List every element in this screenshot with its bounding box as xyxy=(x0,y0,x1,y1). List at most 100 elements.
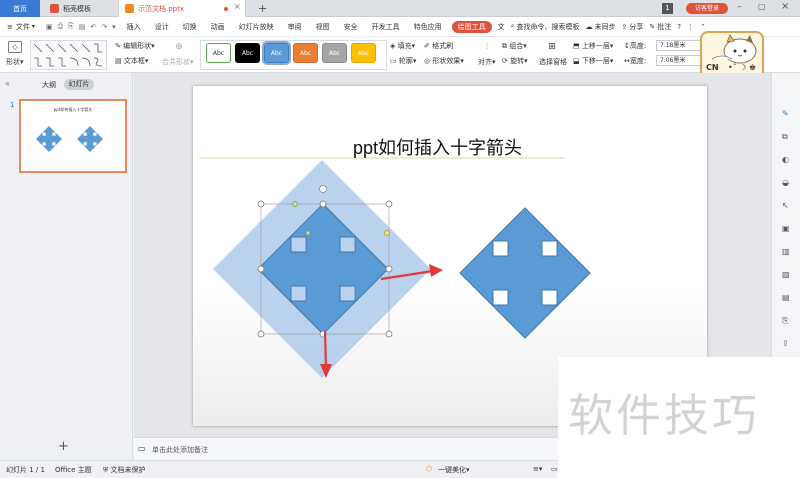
format-brush-button[interactable]: ✐ 格式刷 xyxy=(424,41,453,51)
shape-icon[interactable]: ◇ xyxy=(8,41,22,53)
print-preview-icon[interactable]: ▤ xyxy=(79,23,86,31)
selection-pane-icon[interactable]: ⊞ xyxy=(546,41,558,53)
height-label: ↕高度: xyxy=(624,42,647,50)
save-icon[interactable]: ▣ xyxy=(46,23,53,31)
tab-home[interactable]: 首页 xyxy=(0,0,40,17)
menu-insert[interactable]: 插入 xyxy=(120,17,148,37)
outline-tab[interactable]: 大纲 xyxy=(42,80,56,90)
menu-text-tools[interactable]: 文 xyxy=(495,17,508,37)
notes-toggle-icon[interactable]: ≡▾ xyxy=(533,465,542,473)
shape-gallery[interactable] xyxy=(30,40,107,70)
menu-animation[interactable]: 动画 xyxy=(204,17,232,37)
width-input[interactable]: 7.06厘米 xyxy=(656,55,706,66)
sticker-emoji-icon: •ˆ ☽ ♚ xyxy=(728,63,757,72)
cross-arrow[interactable] xyxy=(459,207,591,339)
shape-effect-button[interactable]: ◎ 形状效果▾ xyxy=(424,56,464,66)
shape-style-3[interactable]: Abc xyxy=(262,41,291,65)
help-button[interactable]: ? xyxy=(674,17,684,37)
rotate-button[interactable]: ⟳ 旋转▾ xyxy=(502,56,528,66)
height-input[interactable]: 7.18厘米 xyxy=(656,40,706,51)
bring-forward-button[interactable]: ⬒ 上移一层▾ xyxy=(573,41,613,51)
shape-style-5[interactable]: Abc xyxy=(322,43,347,63)
edit-shape-button[interactable]: ✎ 编辑形状▾ xyxy=(115,41,155,51)
title-tab-bar: 首页 稻壳模板 示范文档.pptx × + 1 访客登录 – ▢ × xyxy=(0,0,800,17)
sticker-text: CN xyxy=(706,63,719,72)
menu-file[interactable]: ≡ 文件 ▾ xyxy=(0,17,42,37)
selection-pane-label[interactable]: 选择窗格 xyxy=(539,57,567,67)
animation-icon[interactable]: ◒ xyxy=(782,178,789,187)
edit-shape-icon: ✎ xyxy=(115,42,121,50)
tab-document[interactable]: 示范文档.pptx × xyxy=(118,0,246,17)
textbox-icon: ▤ xyxy=(115,57,122,65)
align-label[interactable]: 对齐▾ xyxy=(478,57,496,67)
drawing-tools-ribbon: ◇ 形状▾ ✎ 编辑形状▾ ▤ 文本框▾ ⊕ 合并形状▾ ◈ 填充▾ ✐ 格式刷… xyxy=(0,31,800,79)
shape-style-6[interactable]: Abc xyxy=(351,43,376,63)
design-icon[interactable]: ✎ xyxy=(782,109,789,118)
send-backward-button[interactable]: ⬓ 下移一层▾ xyxy=(573,56,613,66)
redo-icon[interactable]: ↷ xyxy=(101,23,107,31)
collapse-panel-icon[interactable]: « xyxy=(5,79,10,88)
layout-icon[interactable]: ▤ xyxy=(782,293,790,302)
share-panel-icon[interactable]: ⇪ xyxy=(782,339,789,348)
login-button[interactable]: 访客登录 xyxy=(686,3,728,14)
menu-special[interactable]: 特色应用 xyxy=(407,17,449,37)
menu-view[interactable]: 视图 xyxy=(309,17,337,37)
arrow-pointer-icon[interactable]: ↖ xyxy=(782,201,789,210)
search-icon: ⌕ xyxy=(510,22,515,30)
add-slide-button[interactable]: + xyxy=(58,439,69,454)
backup-icon[interactable]: ⎘ xyxy=(782,316,788,326)
new-tab-button[interactable]: + xyxy=(252,0,273,17)
format-icon[interactable]: ◐ xyxy=(782,155,789,164)
slide-thumbnail[interactable]: ppt如何插入十字箭头 xyxy=(19,99,127,173)
normal-view-icon[interactable]: ▭ xyxy=(551,465,558,473)
tab-close-icon[interactable]: × xyxy=(234,2,241,11)
tab-template[interactable]: 稻壳模板 xyxy=(44,0,116,17)
menu-slideshow[interactable]: 幻灯片放映 xyxy=(232,17,281,37)
menu-review[interactable]: 审阅 xyxy=(281,17,309,37)
slides-tab[interactable]: 幻灯片 xyxy=(64,79,94,90)
shape-effect-icon: ◎ xyxy=(424,57,431,65)
thumb-arrows-icon xyxy=(36,126,103,152)
search-command[interactable]: ⌕ 查找命令、搜索模板 xyxy=(508,17,583,37)
slide-panel: « 大纲 幻灯片 1 ppt如何插入十字箭头 + xyxy=(0,73,133,460)
menu-design[interactable]: 设计 xyxy=(148,17,176,37)
align-icon[interactable]: ⫶ xyxy=(481,41,493,53)
close-window-icon[interactable]: × xyxy=(781,1,789,12)
outline-button[interactable]: ▭ 轮廓▾ xyxy=(390,56,416,66)
undo-icon[interactable]: ↶ xyxy=(90,23,96,31)
beautify-button[interactable]: 一键美化▾ xyxy=(438,465,470,475)
menu-transition[interactable]: 切换 xyxy=(176,17,204,37)
shape-style-2[interactable]: Abc xyxy=(235,43,260,63)
menu-drawing-tools[interactable]: 绘图工具 xyxy=(451,20,492,33)
width-label: ↔宽度: xyxy=(624,57,647,65)
image-icon[interactable]: ▨ xyxy=(782,270,790,279)
share-button[interactable]: ⇪ 分享 xyxy=(619,17,647,37)
slide-number: 1 xyxy=(10,101,15,109)
notes-placeholder: 单击此处添加备注 xyxy=(152,446,208,454)
fill-button[interactable]: ◈ 填充▾ xyxy=(390,41,415,51)
minimize-icon[interactable]: – xyxy=(737,2,742,12)
shape-style-4[interactable]: Abc xyxy=(293,43,318,63)
sync-status[interactable]: ☁ 未同步 xyxy=(583,17,619,37)
merge-shape-label: 合并形状▾ xyxy=(162,58,194,66)
slide-title[interactable]: ppt如何插入十字箭头 xyxy=(353,134,553,160)
daoke-logo-icon xyxy=(50,4,59,13)
maximize-icon[interactable]: ▢ xyxy=(758,2,766,11)
menu-developer[interactable]: 开发工具 xyxy=(365,17,407,37)
line-shapes-icon xyxy=(33,43,103,67)
export-pdf-icon[interactable]: ⎙ xyxy=(58,22,64,31)
menu-security[interactable]: 安全 xyxy=(337,17,365,37)
shape-label[interactable]: 形状▾ xyxy=(6,57,24,67)
more-icon[interactable]: ⋮ xyxy=(684,17,697,37)
print-icon[interactable]: ⎘ xyxy=(68,22,74,31)
textbox-button[interactable]: ▤ 文本框▾ xyxy=(115,56,148,66)
group-button[interactable]: ⧉ 组合▾ xyxy=(502,41,527,51)
quick-access-toolbar: ▣ ⎙ ⎘ ▤ ↶ ↷ ▾ xyxy=(42,17,120,37)
customize-quick-access-icon[interactable]: ▾ xyxy=(112,23,116,31)
protect-status[interactable]: ⛨ 文档未保护 xyxy=(103,465,145,475)
copy-icon[interactable]: ⧉ xyxy=(782,132,788,142)
shape-style-1[interactable]: Abc xyxy=(206,43,231,63)
chart-icon[interactable]: ▥ xyxy=(782,247,790,256)
template-icon[interactable]: ▣ xyxy=(782,224,790,233)
comment-button[interactable]: ✎ 批注 xyxy=(646,17,674,37)
